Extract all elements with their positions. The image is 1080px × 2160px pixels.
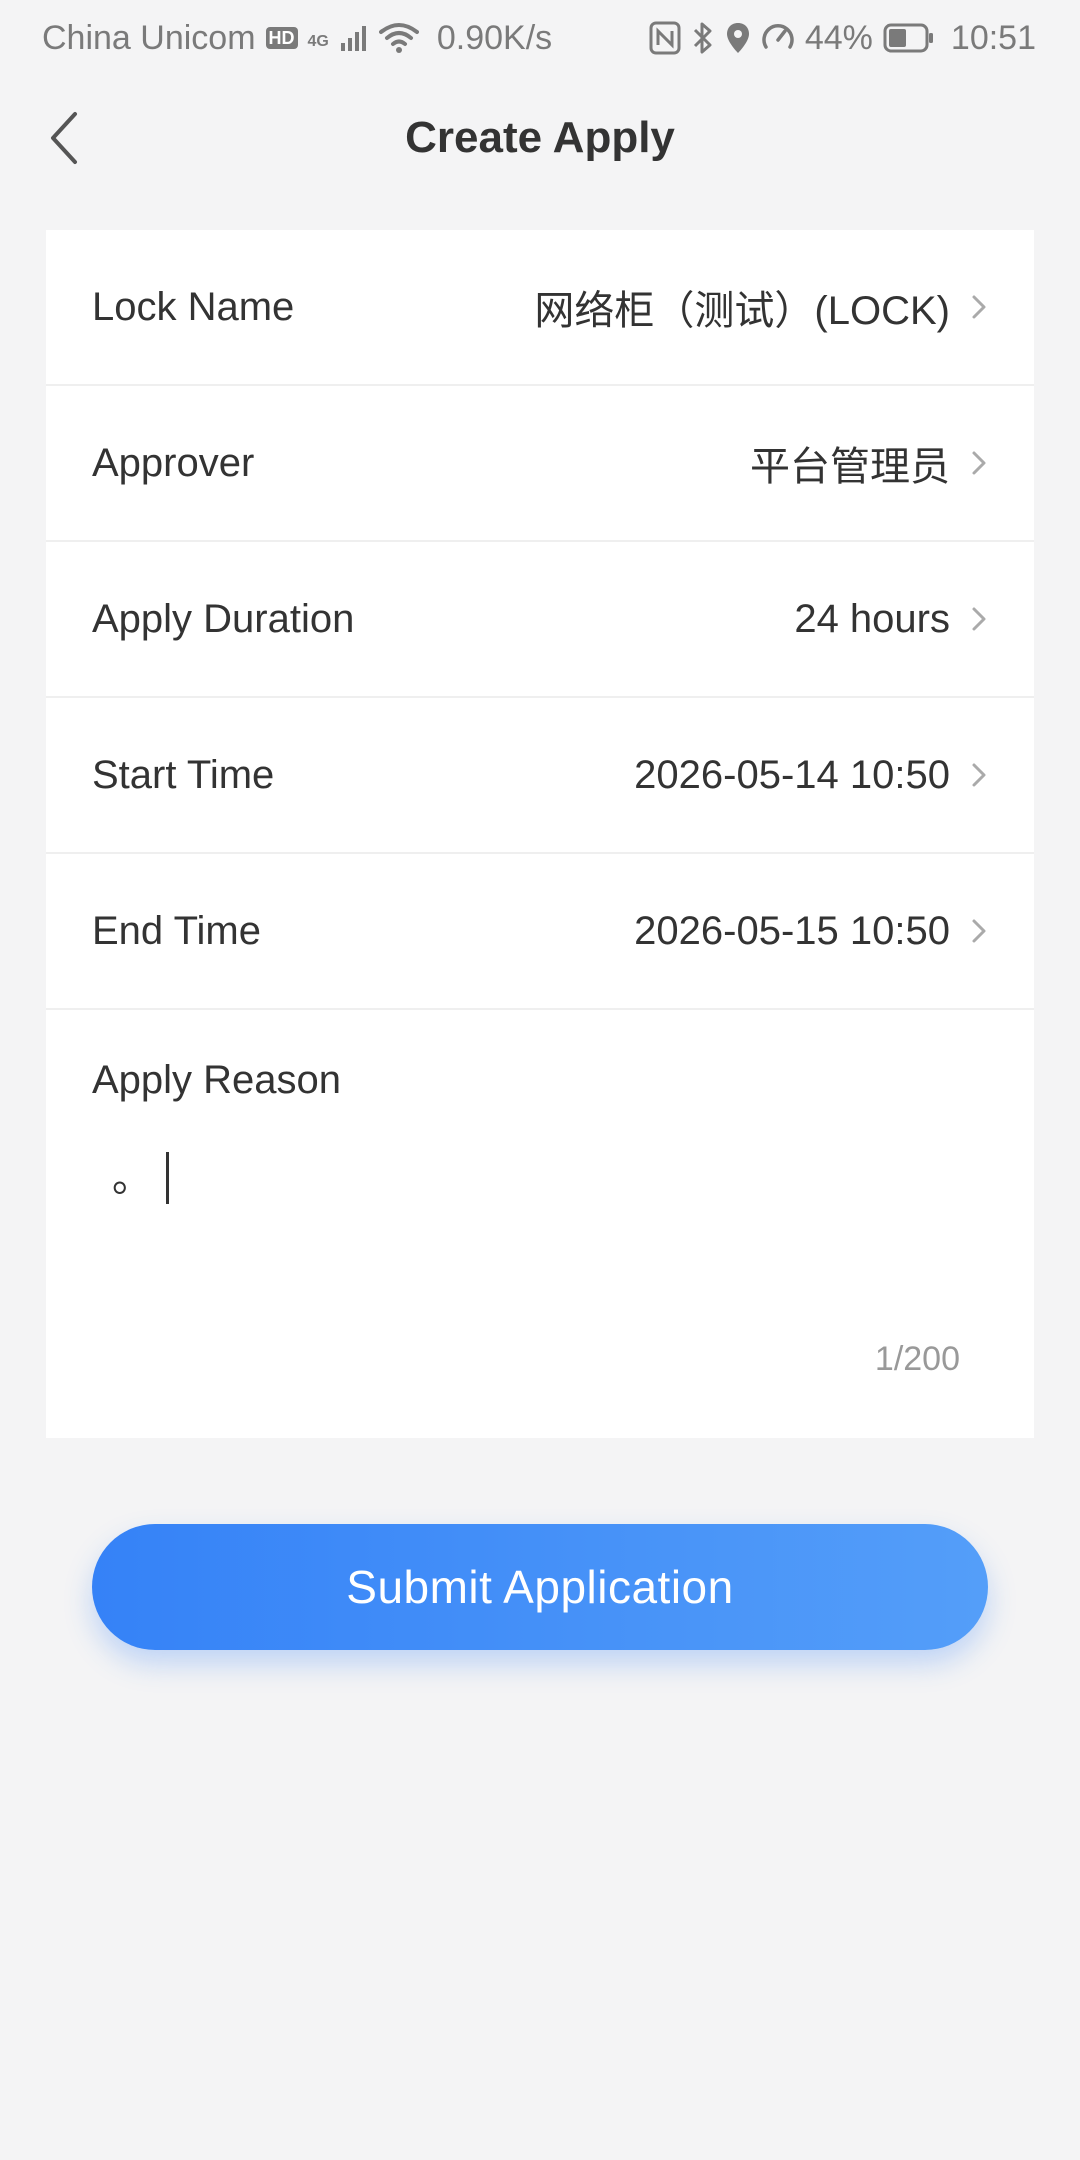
apply-reason-input[interactable]: 。 [112, 1150, 972, 1330]
chevron-right-icon [968, 289, 990, 325]
apply-duration-value-group: 24 hours [794, 597, 990, 642]
battery-icon [883, 23, 935, 53]
status-bar: China Unicom HD 4G 0.90K/s 44% 10:51 [0, 0, 1080, 76]
start-time-row[interactable]: Start Time 2026-05-14 10:50 [46, 698, 1034, 854]
clock-time: 10:51 [950, 18, 1036, 57]
wifi-icon [378, 22, 419, 54]
submit-application-label: Submit Application [346, 1561, 734, 1613]
apply-duration-row[interactable]: Apply Duration 24 hours [46, 542, 1034, 698]
status-bar-right: 44% 10:51 [649, 19, 1036, 58]
chevron-right-icon [968, 913, 990, 949]
approver-value: 平台管理员 [750, 445, 950, 489]
lock-name-label: Lock Name [92, 284, 295, 329]
approver-label: Approver [92, 440, 255, 485]
nav-bar: Create Apply [0, 80, 1080, 196]
end-time-value: 2026-05-15 10:50 [634, 908, 950, 953]
nfc-icon [649, 21, 681, 55]
submit-application-button[interactable]: Submit Application [92, 1524, 988, 1650]
apply-reason-text: 。 [112, 1156, 152, 1200]
text-caret [166, 1152, 169, 1204]
back-button[interactable] [30, 104, 98, 172]
apply-reason-section: Apply Reason 。 1/200 [46, 1010, 1034, 1438]
location-icon [725, 21, 751, 55]
status-bar-left: China Unicom HD 4G 0.90K/s [42, 19, 552, 58]
char-counter: 1/200 [874, 1340, 960, 1378]
back-arrow-icon [51, 112, 77, 164]
hd-icon: HD [265, 27, 298, 49]
start-time-value-group: 2026-05-14 10:50 [634, 753, 990, 798]
apply-reason-label: Apply Reason [92, 1058, 342, 1102]
network-type-label: 4G [307, 32, 329, 50]
bluetooth-icon [691, 21, 715, 55]
lock-name-row[interactable]: Lock Name 网络柜（测试）(LOCK) [46, 230, 1034, 386]
carrier-name: China Unicom [42, 18, 256, 57]
approver-value-group: 平台管理员 [750, 434, 990, 492]
chevron-right-icon [968, 757, 990, 793]
apply-duration-value: 24 hours [794, 596, 950, 641]
speedometer-icon [761, 21, 795, 55]
lock-name-value: 网络柜（测试）(LOCK) [534, 289, 950, 333]
end-time-value-group: 2026-05-15 10:50 [634, 909, 990, 954]
apply-form: Lock Name 网络柜（测试）(LOCK) Approver 平台管理员 A… [46, 230, 1034, 1438]
start-time-label: Start Time [92, 752, 275, 797]
page-title: Create Apply [405, 113, 675, 162]
network-speed: 0.90K/s [436, 18, 553, 57]
lock-name-value-group: 网络柜（测试）(LOCK) [534, 278, 990, 336]
apply-duration-label: Apply Duration [92, 596, 355, 641]
start-time-value: 2026-05-14 10:50 [634, 752, 950, 797]
approver-row[interactable]: Approver 平台管理员 [46, 386, 1034, 542]
battery-percent: 44% [804, 18, 873, 57]
end-time-label: End Time [92, 908, 261, 953]
signal-icon [339, 23, 369, 53]
end-time-row[interactable]: End Time 2026-05-15 10:50 [46, 854, 1034, 1010]
chevron-right-icon [968, 601, 990, 637]
chevron-right-icon [968, 445, 990, 481]
